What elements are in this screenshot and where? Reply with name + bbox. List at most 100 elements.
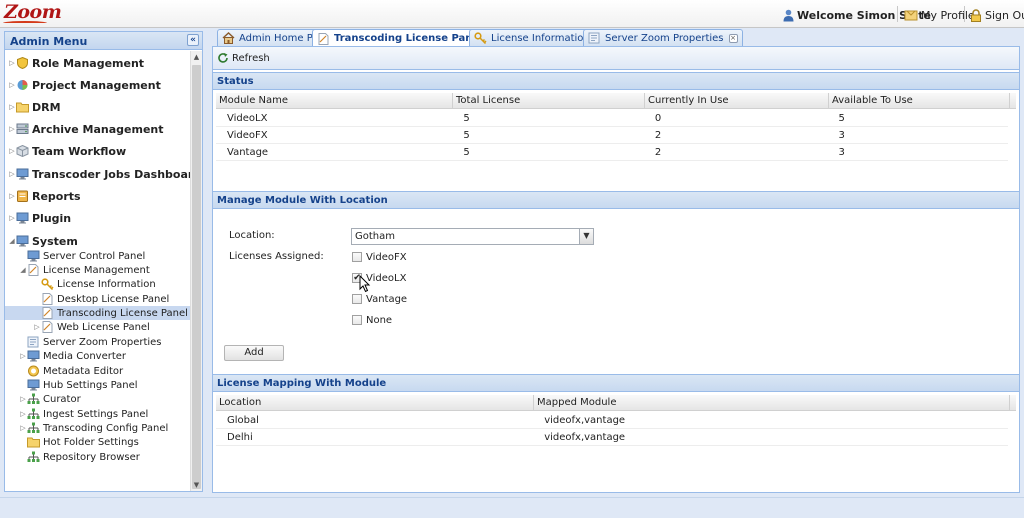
sidebar-item-server-zoom-properties[interactable]: Server Zoom Properties xyxy=(5,335,191,349)
sidebar-item-drm[interactable]: ▷ DRM xyxy=(5,100,191,114)
checkbox-label: VideoLX xyxy=(366,272,407,284)
table-cell: 5 xyxy=(838,113,845,124)
bottom-bar xyxy=(0,497,1024,518)
close-icon[interactable]: × xyxy=(728,33,738,43)
column-header-module-name[interactable]: Module Name xyxy=(216,93,453,108)
sidebar-item-label: Hot Folder Settings xyxy=(43,436,139,448)
sidebar-item-hot-folder-settings[interactable]: Hot Folder Settings xyxy=(5,435,191,449)
location-select[interactable]: Gotham ▼ xyxy=(351,228,594,245)
refresh-icon xyxy=(218,53,228,63)
checkbox-videofx[interactable]: VideoFX xyxy=(352,250,407,264)
tree-collapsed-icon[interactable]: ▷ xyxy=(19,395,27,403)
column-header-location[interactable]: Location xyxy=(216,395,534,410)
checkbox-unchecked-icon[interactable] xyxy=(352,294,362,304)
sidebar-item-label: Project Management xyxy=(32,78,161,92)
chevron-down-icon[interactable]: ▼ xyxy=(579,229,593,244)
table-row[interactable]: Global videofx,vantage xyxy=(216,412,1008,429)
sidebar-item-archive-management[interactable]: ▷ Archive Management xyxy=(5,122,191,136)
sidebar-item-repository-browser[interactable]: Repository Browser xyxy=(5,450,191,464)
sidebar-item-label: Server Zoom Properties xyxy=(43,336,162,348)
sidebar-item-label: Reports xyxy=(32,189,81,203)
sidebar-item-role-management[interactable]: ▷ Role Management xyxy=(5,56,191,70)
checkbox-unchecked-icon[interactable] xyxy=(352,315,362,325)
monitor-icon xyxy=(16,235,29,247)
sidebar-item-transcoding-license-panel[interactable]: Transcoding License Panel xyxy=(5,306,191,320)
properties-icon xyxy=(27,336,40,348)
checkbox-label: Vantage xyxy=(366,293,408,305)
sidebar-item-label: License Information xyxy=(57,278,156,290)
key-icon xyxy=(474,32,487,45)
tab-server-zoom-properties[interactable]: Server Zoom Properties × xyxy=(583,29,743,46)
sidebar-item-license-management[interactable]: ◢ License Management xyxy=(5,263,191,277)
table-cell: videofx,vantage xyxy=(544,415,626,426)
sidebar-item-label: Media Converter xyxy=(43,350,127,362)
table-cell: 2 xyxy=(654,130,662,141)
sidebar-item-transcoder-jobs-dashboard[interactable]: ▷ Transcoder Jobs Dashboard xyxy=(5,167,191,181)
refresh-button[interactable]: Refresh xyxy=(217,52,270,64)
tree-expanded-icon[interactable]: ◢ xyxy=(19,266,27,274)
double-chevron-left-icon[interactable]: « xyxy=(187,34,199,46)
sidebar-item-label: License Management xyxy=(43,264,150,276)
tree-collapsed-icon[interactable]: ▷ xyxy=(8,170,16,178)
tree-collapsed-icon[interactable]: ▷ xyxy=(33,323,41,331)
sidebar-item-ingest-settings-panel[interactable]: ▷ Ingest Settings Panel xyxy=(5,407,191,421)
sidebar-item-web-license-panel[interactable]: ▷ Web License Panel xyxy=(5,320,191,334)
table-cell: 0 xyxy=(654,113,662,124)
checkbox-vantage[interactable]: Vantage xyxy=(352,292,407,306)
sidebar-item-server-control-panel[interactable]: Server Control Panel xyxy=(5,249,191,263)
scrollbar-thumb[interactable] xyxy=(192,65,201,489)
tree-expanded-icon[interactable]: ◢ xyxy=(8,237,16,245)
sidebar-item-reports[interactable]: ▷ Reports xyxy=(5,189,191,203)
column-header-mapped-module[interactable]: Mapped Module xyxy=(534,395,1010,410)
table-row[interactable]: VideoLX 5 0 5 xyxy=(216,110,1008,127)
add-button[interactable]: Add xyxy=(224,345,284,361)
table-cell: VideoLX xyxy=(227,113,268,124)
server-icon xyxy=(16,123,29,135)
scroll-down-icon[interactable]: ▼ xyxy=(191,479,202,491)
table-row[interactable]: VideoFX 5 2 3 xyxy=(216,127,1008,144)
tree-collapsed-icon[interactable]: ▷ xyxy=(8,214,16,222)
sidebar-item-curator[interactable]: ▷ Curator xyxy=(5,392,191,406)
reports-icon xyxy=(16,190,29,202)
tree-collapsed-icon[interactable]: ▷ xyxy=(19,410,27,418)
tree-collapsed-icon[interactable]: ▷ xyxy=(19,352,27,360)
tree-collapsed-icon[interactable]: ▷ xyxy=(8,147,16,155)
location-value: Gotham xyxy=(355,231,395,242)
network-icon xyxy=(27,451,40,463)
checkbox-unchecked-icon[interactable] xyxy=(352,252,362,262)
tree-collapsed-icon[interactable]: ▷ xyxy=(19,424,27,432)
sidebar-item-desktop-license-panel[interactable]: Desktop License Panel xyxy=(5,292,191,306)
sidebar-item-system[interactable]: ◢ System xyxy=(5,234,191,248)
network-icon xyxy=(27,393,40,405)
sidebar-item-label: Metadata Editor xyxy=(43,365,124,377)
sign-out-link[interactable]: Sign Out xyxy=(970,7,1024,23)
sidebar-item-metadata-editor[interactable]: Metadata Editor xyxy=(5,364,191,378)
column-header-currently-in-use[interactable]: Currently In Use xyxy=(645,93,829,108)
tree-collapsed-icon[interactable]: ▷ xyxy=(8,59,16,67)
scroll-up-icon[interactable]: ▲ xyxy=(191,51,202,63)
sidebar-item-license-information[interactable]: License Information xyxy=(5,277,191,291)
sidebar-scrollbar[interactable]: ▲ ▼ xyxy=(190,51,202,491)
checkbox-none[interactable]: None xyxy=(352,313,392,327)
my-profile-label: My Profile xyxy=(921,8,975,22)
column-header-available-to-use[interactable]: Available To Use xyxy=(829,93,1010,108)
table-cell: Delhi xyxy=(227,432,253,443)
table-row[interactable]: Delhi videofx,vantage xyxy=(216,429,1008,446)
tree-collapsed-icon[interactable]: ▷ xyxy=(8,103,16,111)
sidebar-item-plugin[interactable]: ▷ Plugin xyxy=(5,211,191,225)
table-cell: Vantage xyxy=(227,147,269,158)
table-row[interactable]: Vantage 5 2 3 xyxy=(216,144,1008,161)
sidebar-item-label: System xyxy=(32,234,78,248)
sidebar-item-media-converter[interactable]: ▷ Media Converter xyxy=(5,349,191,363)
sidebar-item-label: Plugin xyxy=(32,211,72,225)
sidebar-item-hub-settings-panel[interactable]: Hub Settings Panel xyxy=(5,378,191,392)
column-header-total-license[interactable]: Total License xyxy=(453,93,645,108)
sidebar-item-team-workflow[interactable]: ▷ Team Workflow xyxy=(5,144,191,158)
tree-collapsed-icon[interactable]: ▷ xyxy=(8,125,16,133)
sidebar-item-project-management[interactable]: ▷ Project Management xyxy=(5,78,191,92)
toolbar-divider xyxy=(964,6,965,22)
sidebar-item-transcoding-config-panel[interactable]: ▷ Transcoding Config Panel xyxy=(5,421,191,435)
tree-collapsed-icon[interactable]: ▷ xyxy=(8,81,16,89)
table-cell: 3 xyxy=(838,130,845,141)
tree-collapsed-icon[interactable]: ▷ xyxy=(8,192,16,200)
